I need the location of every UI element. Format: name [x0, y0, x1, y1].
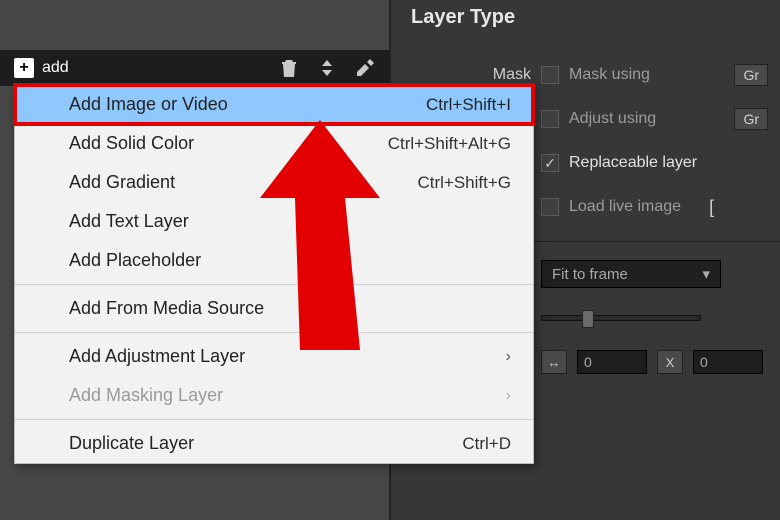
menu-item-label: Add Adjustment Layer	[69, 346, 245, 367]
menu-item-label: Add Image or Video	[69, 94, 228, 115]
menu-item-shortcut: Ctrl+Shift+G	[417, 173, 511, 193]
add-layer-button[interactable]: + add	[14, 58, 69, 78]
liveimage-checkbox[interactable]	[541, 198, 559, 216]
adjust-group-button[interactable]: Gr	[734, 108, 768, 130]
layers-toolbar: + add	[0, 50, 389, 86]
mask-group-button[interactable]: Gr	[734, 64, 768, 86]
menu-item[interactable]: Add Text Layer	[15, 202, 533, 241]
menu-item[interactable]: Add Image or Video Ctrl+Shift+I	[15, 85, 533, 124]
chevron-right-icon: ›	[506, 387, 511, 405]
tools-icon	[355, 58, 375, 78]
menu-item-label: Add Placeholder	[69, 250, 201, 271]
replaceable-text: Replaceable layer	[569, 154, 697, 172]
menu-item-label: Add Gradient	[69, 172, 175, 193]
delete-layer-button[interactable]	[275, 58, 303, 78]
fit-value: Fit to frame	[552, 266, 628, 283]
menu-item: Add Masking Layer ›	[15, 376, 533, 415]
mask-checkbox[interactable]	[541, 66, 559, 84]
menu-separator	[15, 332, 533, 333]
sort-icon	[318, 58, 336, 78]
chevron-down-icon: ▾	[702, 265, 710, 283]
add-layer-menu[interactable]: Add Image or Video Ctrl+Shift+I Add Solid …	[14, 84, 534, 464]
menu-item[interactable]: Duplicate Layer Ctrl+D	[15, 424, 533, 463]
menu-item-label: Add Masking Layer	[69, 385, 223, 406]
layers-panel-title: Layers	[0, 0, 389, 50]
menu-item-shortcut: Ctrl+Shift+Alt+G	[388, 134, 511, 154]
layer-tools-button[interactable]	[351, 58, 379, 78]
menu-separator	[15, 419, 533, 420]
replaceable-checkbox[interactable]	[541, 154, 559, 172]
menu-item[interactable]: Add Gradient Ctrl+Shift+G	[15, 163, 533, 202]
menu-item[interactable]: Add From Media Source	[15, 289, 533, 328]
trash-icon	[280, 58, 298, 78]
menu-item[interactable]: Add Placeholder	[15, 241, 533, 280]
zoom-slider-thumb[interactable]	[582, 310, 594, 328]
position-x-input[interactable]: 0	[577, 350, 647, 374]
menu-item-shortcut: Ctrl+D	[462, 434, 511, 454]
menu-item-shortcut: Ctrl+Shift+I	[426, 95, 511, 115]
adjust-checkbox[interactable]	[541, 110, 559, 128]
mask-text: Mask using	[569, 66, 650, 84]
menu-item[interactable]: Add Adjustment Layer ›	[15, 337, 533, 376]
menu-item[interactable]: Add Solid Color Ctrl+Shift+Alt+G	[15, 124, 533, 163]
menu-item-label: Duplicate Layer	[69, 433, 194, 454]
properties-title: Layer Type	[391, 0, 780, 53]
menu-item-label: Add Text Layer	[69, 211, 189, 232]
menu-separator	[15, 284, 533, 285]
adjust-text: Adjust using	[569, 110, 656, 128]
zoom-slider[interactable]	[541, 315, 701, 321]
position-xy-separator: X	[657, 350, 683, 374]
liveimage-bracket: [	[709, 197, 714, 218]
menu-item-label: Add From Media Source	[69, 298, 264, 319]
plus-icon: +	[14, 58, 34, 78]
menu-item-label: Add Solid Color	[69, 133, 194, 154]
position-y-input[interactable]: 0	[693, 350, 763, 374]
reorder-layer-button[interactable]	[313, 58, 341, 78]
chevron-right-icon: ›	[506, 348, 511, 366]
move-icon[interactable]: ↔	[541, 350, 567, 374]
mask-label: Mask	[411, 66, 531, 84]
liveimage-text: Load live image	[569, 198, 681, 216]
fit-combo[interactable]: Fit to frame ▾	[541, 260, 721, 288]
add-button-label: add	[42, 59, 69, 77]
